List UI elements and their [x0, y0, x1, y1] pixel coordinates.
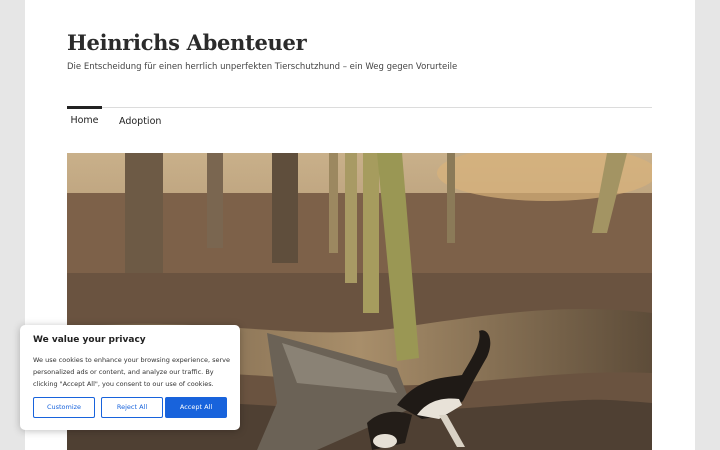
accept-all-button[interactable]: Accept All [165, 397, 227, 418]
customize-button[interactable]: Customize [33, 397, 95, 418]
cookie-banner-text: We use cookies to enhance your browsing … [33, 356, 230, 388]
site-tagline: Die Entscheidung für einen herrlich unpe… [67, 62, 458, 72]
nav-item-adoption[interactable]: Adoption [119, 108, 161, 136]
main-navigation: Home Adoption [67, 106, 652, 137]
cookie-banner-title: We value your privacy [33, 335, 146, 345]
site-title[interactable]: Heinrichs Abenteuer [67, 30, 307, 55]
cookie-consent-banner: We value your privacy We use cookies to … [20, 325, 240, 430]
reject-all-button[interactable]: Reject All [101, 397, 163, 418]
nav-item-home[interactable]: Home [67, 106, 102, 137]
